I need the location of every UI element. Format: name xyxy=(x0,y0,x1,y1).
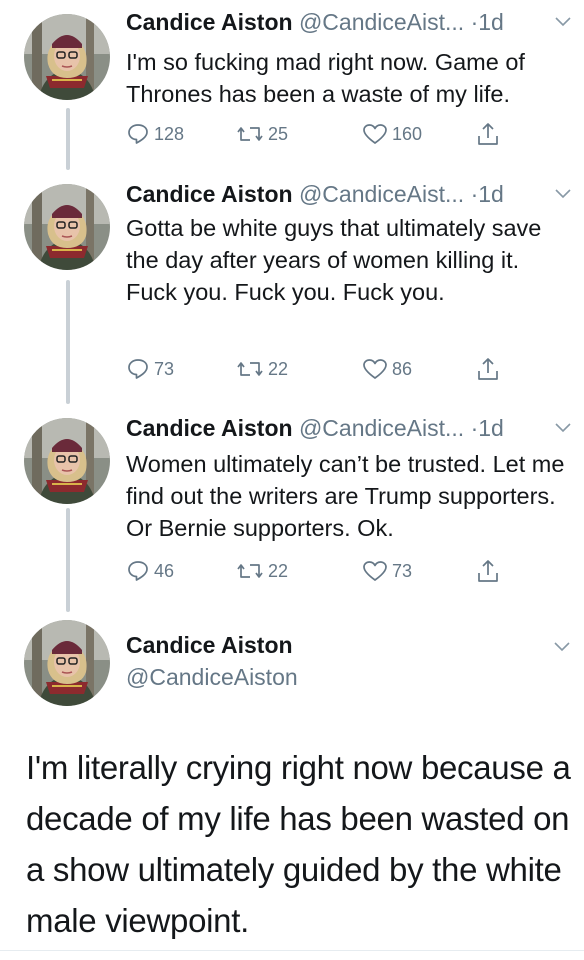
avatar[interactable] xyxy=(24,184,110,270)
reply-count: 46 xyxy=(154,560,175,581)
chevron-down-icon[interactable] xyxy=(555,17,571,27)
timestamp[interactable]: 1d xyxy=(478,415,504,441)
reply-count: 73 xyxy=(154,358,175,379)
avatar[interactable] xyxy=(24,620,110,706)
reply-icon xyxy=(128,359,148,379)
timestamp[interactable]: 1d xyxy=(478,181,504,207)
reply-count: 128 xyxy=(154,123,185,144)
retweet-button[interactable]: 22 xyxy=(236,558,288,584)
like-button[interactable]: 160 xyxy=(362,121,422,147)
display-name[interactable]: Candice Aiston xyxy=(126,181,293,207)
retweet-button[interactable]: 25 xyxy=(236,121,288,147)
tweet-header: Candice Aiston @CandiceAist... ·1d xyxy=(126,180,504,208)
reply-button[interactable]: 46 xyxy=(126,558,174,584)
tweet-header: Candice Aiston @CandiceAist... ·1d xyxy=(126,8,504,36)
display-name[interactable]: Candice Aiston xyxy=(126,632,293,659)
like-count: 86 xyxy=(392,358,413,379)
share-icon xyxy=(478,560,498,582)
divider xyxy=(0,950,584,951)
thread-connector xyxy=(66,280,70,404)
handle[interactable]: @CandiceAist... xyxy=(299,9,464,35)
tweet-text: Gotta be white guys that ultimately save… xyxy=(126,215,542,305)
retweet-count: 22 xyxy=(268,560,289,581)
tweet-text: Women ultimately can’t be trusted. Let m… xyxy=(126,451,565,541)
like-button[interactable]: 86 xyxy=(362,356,412,382)
chevron-down-icon[interactable] xyxy=(555,189,571,199)
tweet-header: Candice Aiston @CandiceAist... ·1d xyxy=(126,414,504,442)
retweet-icon xyxy=(237,362,263,376)
reply-button[interactable]: 128 xyxy=(126,121,184,147)
chevron-down-icon[interactable] xyxy=(555,423,571,433)
display-name[interactable]: Candice Aiston xyxy=(126,415,293,441)
like-icon xyxy=(363,359,387,379)
share-icon xyxy=(478,358,498,380)
reply-button[interactable]: 73 xyxy=(126,356,174,382)
handle[interactable]: @CandiceAiston xyxy=(126,664,298,691)
avatar[interactable] xyxy=(24,418,110,504)
like-button[interactable]: 73 xyxy=(362,558,412,584)
display-name[interactable]: Candice Aiston xyxy=(126,9,293,35)
like-icon xyxy=(363,124,387,144)
like-count: 160 xyxy=(392,123,423,144)
avatar[interactable] xyxy=(24,14,110,100)
share-icon xyxy=(478,123,498,145)
tweet-text: I'm so fucking mad right now. Game of Th… xyxy=(126,49,525,107)
like-count: 73 xyxy=(392,560,413,581)
action-bar: 46 22 73 xyxy=(126,558,566,584)
timestamp[interactable]: 1d xyxy=(478,9,504,35)
thread-connector xyxy=(66,108,70,170)
main-tweet-text: I'm literally crying right now because a… xyxy=(26,749,571,939)
chevron-down-icon[interactable] xyxy=(554,642,570,652)
thread-connector xyxy=(66,508,70,612)
retweet-icon xyxy=(237,127,263,141)
retweet-button[interactable]: 22 xyxy=(236,356,288,382)
reply-icon xyxy=(128,124,148,144)
handle[interactable]: @CandiceAist... xyxy=(299,181,464,207)
action-bar: 128 25 160 xyxy=(126,121,566,147)
like-icon xyxy=(363,561,387,581)
share-button[interactable] xyxy=(476,121,504,147)
action-bar: 73 22 86 xyxy=(126,356,566,382)
retweet-icon xyxy=(237,564,263,578)
retweet-count: 25 xyxy=(268,123,289,144)
share-button[interactable] xyxy=(476,558,504,584)
retweet-count: 22 xyxy=(268,358,289,379)
share-button[interactable] xyxy=(476,356,504,382)
reply-icon xyxy=(128,561,148,581)
handle[interactable]: @CandiceAist... xyxy=(299,415,464,441)
